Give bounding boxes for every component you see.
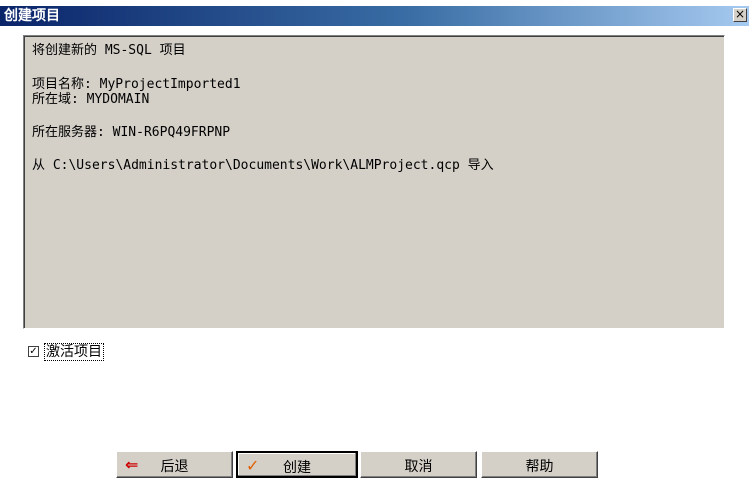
close-button[interactable]: ×	[733, 8, 747, 22]
create-button-label: 创建	[283, 460, 311, 476]
activate-project-checkbox[interactable]: ✓	[28, 346, 39, 357]
cancel-button[interactable]: 取消	[360, 451, 477, 478]
check-icon: ✓	[29, 346, 38, 357]
back-button[interactable]: ⇐ 后退	[116, 451, 233, 478]
title-bar: 创建项目 ×	[0, 6, 749, 26]
help-button[interactable]: 帮助	[481, 451, 598, 478]
summary-domain: 所在域: MYDOMAIN	[32, 92, 150, 107]
summary-project-name: 项目名称: MyProjectImported1	[32, 77, 241, 92]
summary-intro: 将创建新的 MS-SQL 项目	[32, 43, 186, 58]
summary-server: 所在服务器: WIN-R6PQ49FRPNP	[32, 125, 231, 140]
cancel-button-label: 取消	[404, 459, 433, 475]
summary-source: 从 C:\Users\Administrator\Documents\Work\…	[32, 158, 494, 173]
back-button-label: 后退	[160, 459, 189, 475]
create-button[interactable]: ✓ 创建	[236, 451, 358, 478]
close-icon: ×	[734, 7, 746, 21]
help-button-label: 帮助	[525, 459, 554, 475]
activate-project-label[interactable]: 激活项目	[44, 343, 104, 361]
window-title: 创建项目	[4, 8, 60, 24]
summary-panel: 将创建新的 MS-SQL 项目 项目名称: MyProjectImported1…	[23, 35, 725, 329]
